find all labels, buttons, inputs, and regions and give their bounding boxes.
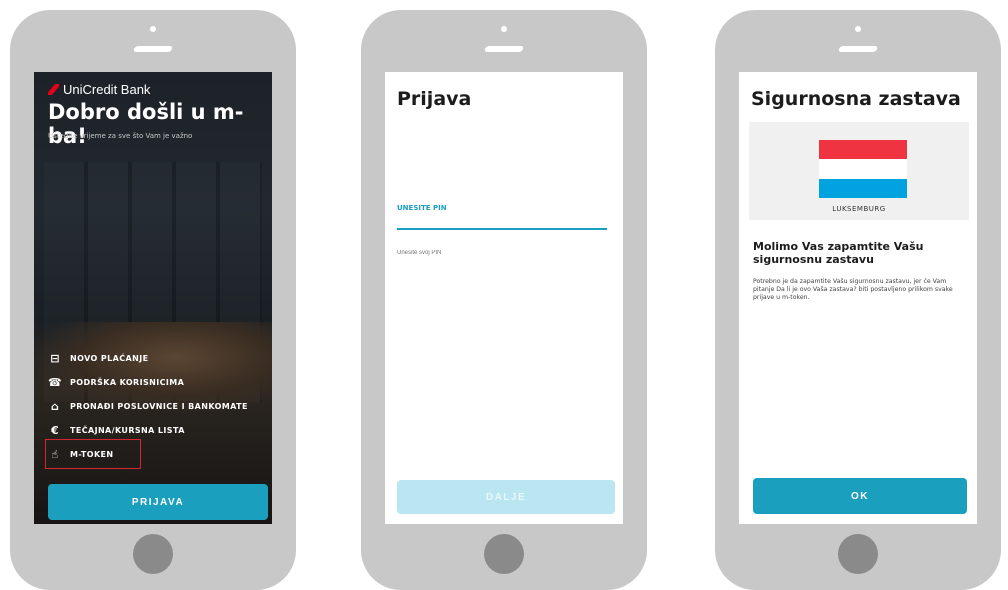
pin-underline [397,228,607,230]
login-button[interactable]: PRIJAVA [48,484,268,520]
home-button[interactable] [838,534,878,574]
menu-item-exchange-rates[interactable]: € TEČAJNA/KURSNA LISTA [48,418,268,442]
menu-item-new-payment[interactable]: ⊟ NOVO PLAĆANJE [48,346,268,370]
phone-frame-security-flag: Sigurnosna zastava LUKSEMBURG Molimo Vas… [715,10,1001,590]
login-screen: Prijava UNESITE PIN DALJE [385,72,623,524]
welcome-subtitle: Uštedite vrijeme za sve što Vam je važno [48,132,193,140]
brand-name: UniCredit Bank [63,82,151,97]
menu-item-label: PRONAĐI POSLOVNICE I BANKOMATE [70,401,248,411]
menu-item-label: PODRŠKA KORISNICIMA [70,377,185,387]
page-title: Sigurnosna zastava [751,88,961,110]
quick-menu: ⊟ NOVO PLAĆANJE ☎ PODRŠKA KORISNICIMA ⌂ … [45,346,268,469]
speaker-icon [132,46,174,52]
menu-item-label: TEČAJNA/KURSNA LISTA [70,425,185,435]
location-icon: ⌂ [50,399,60,413]
camera-icon [501,26,507,32]
phone-frame-welcome: UniCredit Bank Dobro došli u m-ba! Ušted… [10,10,296,590]
home-button[interactable] [133,534,173,574]
ok-button[interactable]: OK [753,478,967,514]
menu-item-m-token[interactable]: ☝ M-TOKEN [45,439,141,469]
security-flag-screen: Sigurnosna zastava LUKSEMBURG Molimo Vas… [739,72,977,524]
currency-icon: € [50,423,60,437]
camera-icon [150,26,156,32]
menu-item-label: NOVO PLAĆANJE [70,353,149,363]
welcome-screen: UniCredit Bank Dobro došli u m-ba! Ušted… [34,72,272,524]
flag-stripe-top [819,140,907,160]
menu-item-support[interactable]: ☎ PODRŠKA KORISNICIMA [48,370,268,394]
welcome-title: Dobro došli u m-ba! [48,100,244,148]
flag-country-name: LUKSEMBURG [832,205,886,213]
home-button[interactable] [484,534,524,574]
menu-item-label: M-TOKEN [70,449,114,459]
flag-card: LUKSEMBURG [749,122,969,220]
camera-icon [855,26,861,32]
support-icon: ☎ [47,375,63,389]
flag-stripe-middle [819,159,907,179]
speaker-icon [837,46,879,52]
flag-stripe-bottom [819,178,907,198]
menu-item-branches-atms[interactable]: ⌂ PRONAĐI POSLOVNICE I BANKOMATE [48,394,268,418]
page-title: Prijava [397,88,472,110]
brand-header: UniCredit Bank [48,82,150,97]
token-icon: ☝ [51,447,59,461]
security-heading: Molimo Vas zapamtite Vašu sigurnosnu zas… [753,240,924,266]
luxembourg-flag-icon [819,140,907,198]
unicredit-logo-icon [48,84,59,95]
speaker-icon [483,46,525,52]
security-description: Potrebno je da zapamtite Vašu sigurnosnu… [753,278,953,301]
next-button[interactable]: DALJE [397,480,615,514]
pin-input[interactable] [397,250,597,256]
phone-frame-login: Prijava UNESITE PIN DALJE [361,10,647,590]
payment-icon: ⊟ [50,351,60,365]
pin-label: UNESITE PIN [397,204,447,212]
